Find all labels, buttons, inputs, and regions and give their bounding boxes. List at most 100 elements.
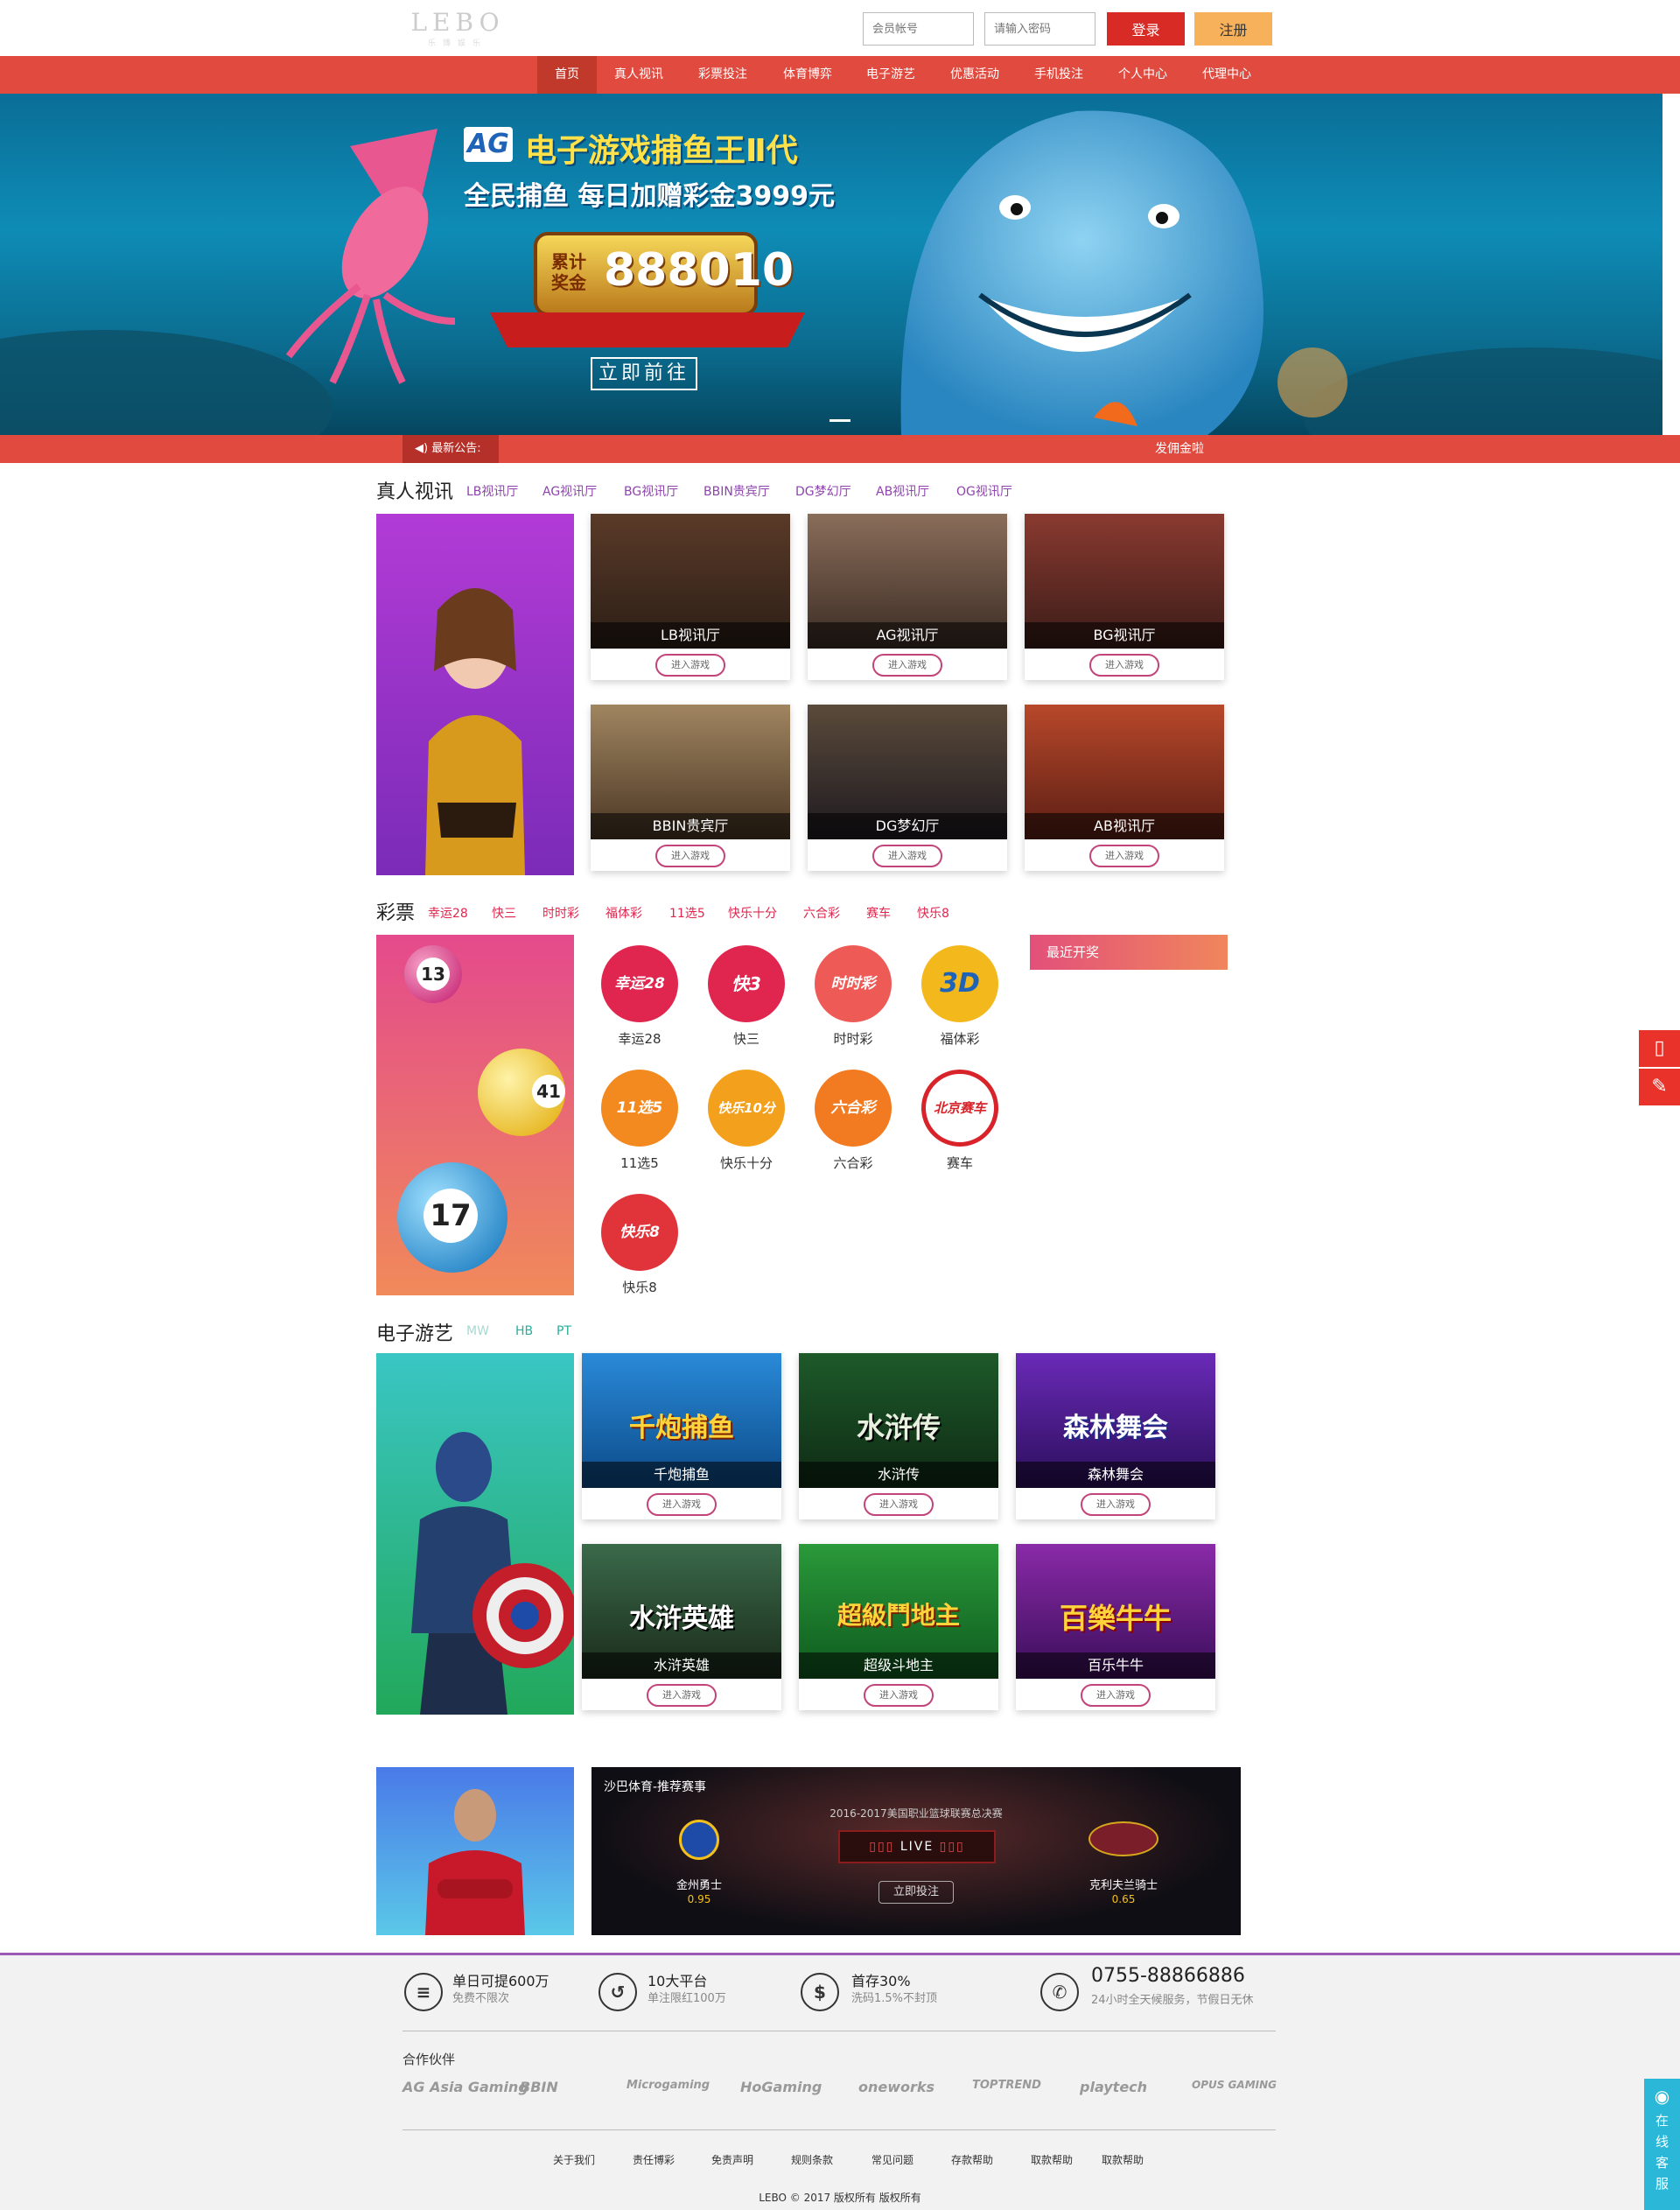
live-tab-og[interactable]: OG视讯厅 [956, 482, 1012, 500]
partner-logo-bbin[interactable]: BBIN [520, 2079, 558, 2095]
partner-logo-hogaming[interactable]: HoGaming [740, 2079, 822, 2095]
sports-promo-image[interactable] [376, 1767, 574, 1935]
footer-link[interactable]: 免责声明 [711, 2152, 753, 2167]
nav-egame[interactable]: 电子游艺 [849, 56, 933, 94]
edit-float-button[interactable]: ✎ [1639, 1069, 1680, 1105]
announcement-text[interactable]: 发佣金啦 [1155, 435, 1204, 463]
egame-tab-hb[interactable]: HB [515, 1324, 533, 1338]
lottery-tab-7[interactable]: 六合彩 [803, 904, 840, 922]
footer-link[interactable]: 规则条款 [791, 2152, 833, 2167]
nav-account[interactable]: 个人中心 [1101, 56, 1185, 94]
live-card-bg[interactable]: BG视讯厅 进入游戏 [1025, 514, 1224, 680]
egame-card-1[interactable]: 千炮捕鱼 千炮捕鱼 进入游戏 [582, 1353, 781, 1519]
username-input[interactable] [863, 12, 974, 46]
lottery-tab-9[interactable]: 快乐8 [917, 904, 949, 922]
lottery-tab-8[interactable]: 赛车 [866, 904, 891, 922]
lottery-tab-4[interactable]: 福体彩 [606, 904, 642, 922]
mobile-float-button[interactable]: ▯ [1639, 1030, 1680, 1067]
recent-draws-header: 最近开奖 [1030, 935, 1228, 970]
footer-link[interactable]: 责任博彩 [633, 2152, 675, 2167]
footer-link[interactable]: 取款帮助 [1031, 2152, 1073, 2167]
login-button[interactable]: 登录 [1107, 12, 1185, 46]
live-card-bbin[interactable]: BBIN贵宾厅 进入游戏 [591, 705, 790, 871]
nav-home[interactable]: 首页 [537, 56, 597, 94]
egame-card-3[interactable]: 森林舞会 森林舞会 进入游戏 [1016, 1353, 1215, 1519]
nav-live[interactable]: 真人视讯 [598, 56, 679, 94]
lottery-item-5[interactable]: 11选5 11选5 [596, 1070, 683, 1172]
enter-game-button[interactable]: 进入游戏 [864, 1493, 934, 1516]
lottery-tab-6[interactable]: 快乐十分 [728, 904, 777, 922]
egame-card-6[interactable]: 百樂牛牛 百乐牛牛 进入游戏 [1016, 1544, 1215, 1710]
lottery-item-8[interactable]: 北京赛车 赛车 [916, 1070, 1004, 1172]
lottery-tab-1[interactable]: 幸运28 [428, 904, 468, 922]
live-tab-bbin[interactable]: BBIN贵宾厅 [704, 482, 770, 500]
footer-link[interactable]: 关于我们 [553, 2152, 595, 2167]
site-logo[interactable]: LEBO 乐博娱乐 [406, 5, 509, 48]
live-tab-dg[interactable]: DG梦幻厅 [795, 482, 851, 500]
nav-sports[interactable]: 体育博弈 [766, 56, 849, 94]
banner-cta-button[interactable]: 立即前往 [592, 358, 696, 389]
egame-tab-mw[interactable]: MW [466, 1324, 489, 1338]
lottery-tab-5[interactable]: 11选5 [669, 904, 705, 922]
footer-link[interactable]: 取款帮助 [1102, 2152, 1144, 2167]
lottery-item-1[interactable]: 幸运28 幸运28 [596, 945, 683, 1048]
lottery-tab-2[interactable]: 快三 [492, 904, 516, 922]
hero-banner[interactable]: AG 电子游戏捕鱼王Ⅱ代 全民捕鱼 每日加赠彩金3999元 累计奖金 88801… [0, 94, 1662, 435]
egame-promo-image[interactable] [376, 1353, 574, 1715]
bet-now-button[interactable]: 立即投注 [878, 1881, 954, 1904]
password-input[interactable] [984, 12, 1096, 46]
live-card-lb[interactable]: LB视讯厅 进入游戏 [591, 514, 790, 680]
partner-logo-playtech[interactable]: playtech [1080, 2079, 1147, 2095]
lottery-item-3[interactable]: 时时彩 时时彩 [809, 945, 897, 1048]
enter-game-button[interactable]: 进入游戏 [647, 1493, 717, 1516]
enter-game-button[interactable]: 进入游戏 [872, 845, 942, 867]
lottery-promo-image[interactable]: 13 41 17 [376, 935, 574, 1295]
nav-lottery[interactable]: 彩票投注 [681, 56, 765, 94]
partner-logo-microgaming[interactable]: Microgaming [626, 2079, 710, 2092]
nav-agent[interactable]: 代理中心 [1185, 56, 1269, 94]
partner-logo-opus[interactable]: OPUS GAMING [1192, 2079, 1277, 2091]
partner-logo-ag[interactable]: AG Asia Gaming [402, 2079, 528, 2095]
online-service-button[interactable]: ◉ 在线客服 [1644, 2079, 1680, 2210]
nav-mobile[interactable]: 手机投注 [1017, 56, 1101, 94]
live-card-title: AB视讯厅 [1025, 813, 1224, 839]
enter-game-button[interactable]: 进入游戏 [1081, 1684, 1151, 1707]
lottery-item-7[interactable]: 六合彩 六合彩 [809, 1070, 897, 1172]
live-card-ag[interactable]: AG视讯厅 进入游戏 [808, 514, 1007, 680]
live-tab-ag[interactable]: AG视讯厅 [542, 482, 597, 500]
feature-title: 单日可提600万 [452, 1973, 550, 1989]
enter-game-button[interactable]: 进入游戏 [1089, 654, 1159, 677]
lottery-item-2[interactable]: 快3 快三 [703, 945, 790, 1048]
feature-title: 10大平台 [648, 1973, 708, 1989]
lottery-item-4[interactable]: 3D 福体彩 [916, 945, 1004, 1048]
egame-card-4[interactable]: 水浒英雄 水浒英雄 进入游戏 [582, 1544, 781, 1710]
enter-game-button[interactable]: 进入游戏 [1089, 845, 1159, 867]
away-team-odds[interactable]: 0.65 [1071, 1893, 1176, 1905]
partner-logo-toptrend[interactable]: TOPTREND [972, 2079, 1041, 2092]
enter-game-button[interactable]: 进入游戏 [864, 1684, 934, 1707]
egame-tab-pt[interactable]: PT [556, 1324, 571, 1338]
home-team-odds[interactable]: 0.95 [660, 1893, 738, 1905]
nav-promotions[interactable]: 优惠活动 [933, 56, 1017, 94]
enter-game-button[interactable]: 进入游戏 [872, 654, 942, 677]
enter-game-button[interactable]: 进入游戏 [1081, 1493, 1151, 1516]
enter-game-button[interactable]: 进入游戏 [655, 654, 725, 677]
register-button[interactable]: 注册 [1194, 12, 1272, 46]
lottery-tab-3[interactable]: 时时彩 [542, 904, 579, 922]
lottery-item-6[interactable]: 快乐10分 快乐十分 [703, 1070, 790, 1172]
partner-logo-oneworks[interactable]: oneworks [858, 2079, 934, 2095]
enter-game-button[interactable]: 进入游戏 [647, 1684, 717, 1707]
live-promo-image[interactable] [376, 514, 574, 875]
live-card-ab[interactable]: AB视讯厅 进入游戏 [1025, 705, 1224, 871]
live-tab-ab[interactable]: AB视讯厅 [876, 482, 929, 500]
live-card-dg[interactable]: DG梦幻厅 进入游戏 [808, 705, 1007, 871]
live-tab-bg[interactable]: BG视讯厅 [624, 482, 678, 500]
footer-link[interactable]: 存款帮助 [951, 2152, 993, 2167]
footer-link[interactable]: 常见问题 [872, 2152, 914, 2167]
egame-card-5[interactable]: 超級鬥地主 超级斗地主 进入游戏 [799, 1544, 998, 1710]
enter-game-button[interactable]: 进入游戏 [655, 845, 725, 867]
live-tab-lb[interactable]: LB视讯厅 [466, 482, 518, 500]
lottery-item-9[interactable]: 快乐8 快乐8 [596, 1194, 683, 1296]
egame-card-2[interactable]: 水浒传 水浒传 进入游戏 [799, 1353, 998, 1519]
sports-match-panel[interactable]: 沙巴体育-推荐赛事 2016-2017美国职业篮球联赛总决赛 ▯▯▯ LIVE … [592, 1767, 1241, 1935]
